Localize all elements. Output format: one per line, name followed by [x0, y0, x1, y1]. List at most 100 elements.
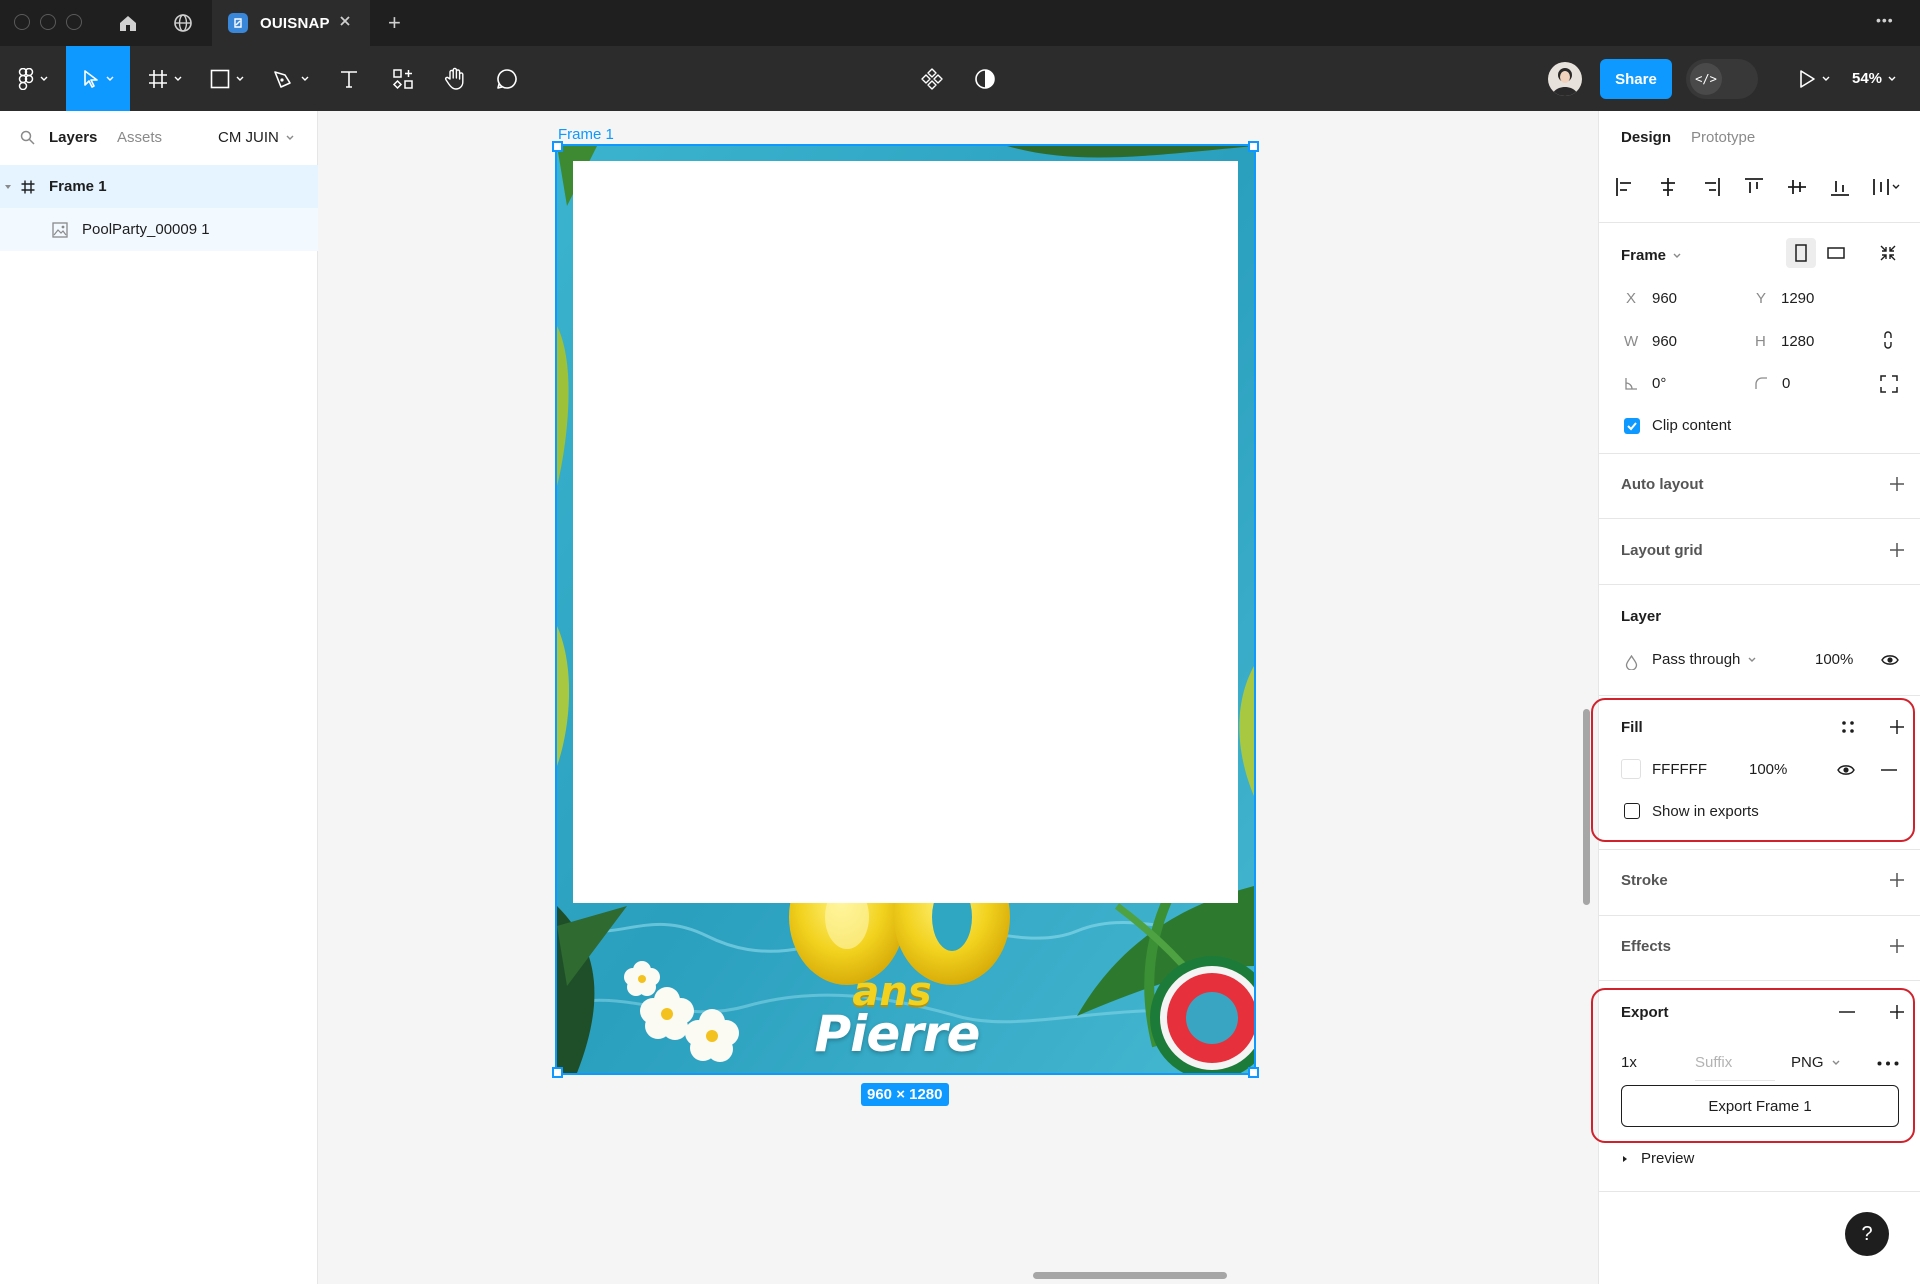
landscape-orientation-button[interactable]: [1821, 238, 1851, 268]
file-icon: [228, 13, 248, 33]
community-button[interactable]: [157, 0, 209, 46]
frame-artboard[interactable]: 30 ans Pierre: [555, 144, 1256, 1075]
align-horizontal-center-icon[interactable]: [1658, 177, 1678, 197]
frame-icon: [21, 180, 35, 193]
share-button[interactable]: Share: [1600, 59, 1672, 99]
pen-tool[interactable]: [264, 46, 318, 111]
search-icon[interactable]: [20, 130, 35, 145]
move-tool[interactable]: [66, 46, 130, 111]
hand-tool[interactable]: [434, 46, 476, 111]
main-menu-button[interactable]: [6, 46, 60, 111]
globe-icon: [174, 14, 192, 32]
cursor-icon: [84, 69, 98, 88]
tab-prototype[interactable]: Prototype: [1691, 129, 1755, 146]
home-button[interactable]: [102, 0, 154, 46]
layer-title: Layer: [1621, 608, 1662, 625]
text-tool[interactable]: [328, 46, 370, 111]
x-input[interactable]: 960: [1652, 290, 1677, 307]
title-bar: OUISNAP + •••: [0, 0, 1920, 46]
layout-grid-section: Layout grid: [1599, 518, 1920, 584]
plus-icon[interactable]: [1889, 872, 1905, 888]
frame-type-dropdown[interactable]: Frame: [1621, 247, 1681, 264]
layer-row-frame[interactable]: Frame 1: [0, 165, 318, 208]
w-input[interactable]: 960: [1652, 333, 1677, 350]
stroke-title: Stroke: [1621, 872, 1668, 889]
frame-section: Frame X 960 Y 1290 W 960 H 1280 0° 0 Cli…: [1599, 222, 1920, 434]
eye-icon[interactable]: [1881, 653, 1899, 667]
close-window-button[interactable]: [14, 14, 30, 30]
tab-layers[interactable]: Layers: [49, 129, 97, 146]
resources-tool[interactable]: [382, 46, 424, 111]
plus-icon[interactable]: [1889, 542, 1905, 558]
layer-opacity-input[interactable]: 100%: [1815, 651, 1853, 668]
mask-button[interactable]: [963, 46, 1007, 111]
constrain-proportions-icon[interactable]: [1882, 330, 1894, 350]
h-input[interactable]: 1280: [1781, 333, 1814, 350]
more-menu-button[interactable]: •••: [1876, 12, 1894, 28]
layer-row-image[interactable]: PoolParty_00009 1: [0, 208, 318, 251]
independent-corners-icon[interactable]: [1880, 375, 1898, 393]
close-tab-button[interactable]: [338, 14, 352, 28]
align-vertical-center-icon[interactable]: [1787, 177, 1807, 197]
align-top-icon[interactable]: [1744, 177, 1764, 197]
maximize-window-button[interactable]: [66, 14, 82, 30]
rotation-icon: [1625, 378, 1637, 390]
plus-icon[interactable]: [1889, 476, 1905, 492]
preview-toggle[interactable]: Preview: [1621, 1150, 1694, 1167]
distribute-icon[interactable]: [1872, 177, 1902, 197]
plus-icon[interactable]: [1889, 938, 1905, 954]
blend-mode-dropdown[interactable]: Pass through: [1652, 651, 1756, 668]
shape-tool[interactable]: [200, 46, 254, 111]
create-component-button[interactable]: [910, 46, 954, 111]
caret-down-icon[interactable]: [4, 183, 12, 191]
divider: [1599, 1191, 1920, 1192]
x-label: X: [1626, 290, 1637, 307]
resize-handle-top-left[interactable]: [552, 141, 563, 152]
h-label: H: [1755, 333, 1766, 350]
resize-handle-bottom-left[interactable]: [552, 1067, 563, 1078]
rotation-input[interactable]: 0°: [1652, 375, 1666, 392]
align-left-icon[interactable]: [1615, 177, 1635, 197]
comment-tool[interactable]: [486, 46, 528, 111]
resize-to-fit-icon[interactable]: [1879, 244, 1897, 262]
align-right-icon[interactable]: [1701, 177, 1721, 197]
vertical-scrollbar[interactable]: [1583, 709, 1590, 905]
image-icon: [52, 221, 68, 238]
align-bottom-icon[interactable]: [1830, 177, 1850, 197]
chevron-down-icon: [106, 76, 114, 81]
help-button[interactable]: ?: [1845, 1212, 1889, 1256]
avatar[interactable]: [1548, 62, 1582, 96]
minimize-window-button[interactable]: [40, 14, 56, 30]
horizontal-scrollbar[interactable]: [1033, 1272, 1227, 1279]
y-input[interactable]: 1290: [1781, 290, 1814, 307]
new-tab-button[interactable]: +: [388, 10, 401, 36]
tab-assets[interactable]: Assets: [117, 129, 162, 146]
contrast-icon: [975, 68, 995, 89]
present-button[interactable]: [1784, 46, 1844, 111]
home-icon: [120, 16, 136, 31]
artwork-name: Pierre: [814, 1005, 981, 1063]
hand-icon: [444, 67, 464, 90]
main-toolbar: Share </> 54%: [0, 46, 1920, 111]
canvas[interactable]: Frame 1 ans Pierre 960 × 1280: [318, 111, 1598, 1284]
portrait-orientation-button[interactable]: [1786, 238, 1816, 268]
clip-content-checkbox[interactable]: [1624, 418, 1640, 434]
zoom-level: 54%: [1852, 70, 1883, 87]
frame-label[interactable]: Frame 1: [558, 126, 614, 143]
page-selector[interactable]: CM JUIN: [218, 129, 294, 146]
chevron-down-icon: [1822, 76, 1830, 81]
export-highlight-outline: [1591, 988, 1915, 1143]
resize-handle-bottom-right[interactable]: [1248, 1067, 1259, 1078]
chevron-down-icon: [174, 76, 182, 81]
layers-panel: Layers Assets CM JUIN Frame 1 PoolParty_…: [0, 111, 318, 1284]
corner-radius-input[interactable]: 0: [1782, 375, 1790, 392]
text-icon: [341, 70, 357, 88]
blend-mode-value: Pass through: [1652, 651, 1741, 668]
file-tab[interactable]: OUISNAP: [212, 0, 370, 46]
frame-tool[interactable]: [138, 46, 192, 111]
resize-handle-top-right[interactable]: [1248, 141, 1259, 152]
dev-mode-toggle[interactable]: </>: [1686, 59, 1758, 99]
play-icon: [1800, 69, 1815, 88]
zoom-menu[interactable]: 54%: [1852, 46, 1896, 111]
tab-design[interactable]: Design: [1621, 129, 1671, 146]
